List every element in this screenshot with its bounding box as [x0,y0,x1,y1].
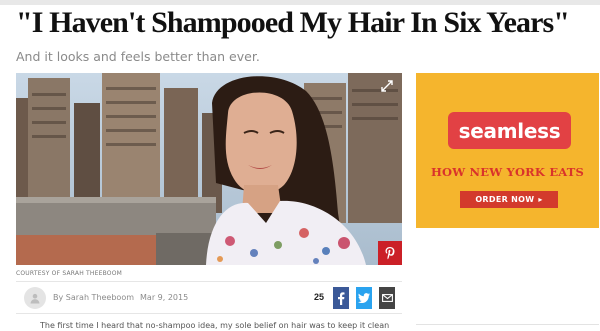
pinterest-icon [385,247,395,260]
byline: By Sarah Theeboom Mar 9, 2015 [53,293,188,302]
ad-cta-label: ORDER NOW [475,195,535,204]
user-avatar-icon[interactable] [24,287,46,309]
ad-tagline: HOW NEW YORK EATS [430,165,585,179]
author-link[interactable]: By Sarah Theeboom [53,293,134,302]
photo-credit: COURTESY OF SARAH THEEBOOM [16,270,123,277]
ad-order-now-button[interactable]: ORDER NOW ▸ [460,191,558,208]
facebook-share-button[interactable] [333,287,349,309]
hero-photo-image [16,73,402,265]
pinterest-share-button[interactable] [378,241,402,265]
email-share-button[interactable] [379,287,395,309]
byline-bar: By Sarah Theeboom Mar 9, 2015 25 [16,281,402,314]
article-body-preview: The first time I heard that no-shampoo i… [40,321,390,330]
top-bar [0,0,600,5]
facebook-icon [338,291,345,305]
seamless-ad[interactable]: seamless HOW NEW YORK EATS ORDER NOW ▸ [416,73,599,228]
play-arrow-icon: ▸ [538,195,543,204]
hero-photo[interactable] [16,73,402,265]
publish-date: Mar 9, 2015 [140,293,189,302]
twitter-share-button[interactable] [356,287,372,309]
article-headline: "I Haven't Shampooed My Hair In Six Year… [16,6,570,39]
expand-icon[interactable] [380,79,394,93]
divider [16,281,402,282]
divider [16,313,402,314]
article-subheadline: And it looks and feels better than ever. [16,49,260,64]
share-count: 25 [314,292,325,302]
email-icon [381,294,393,302]
divider [416,324,599,325]
ad-brand-logo: seamless [448,112,571,149]
twitter-icon [358,293,370,303]
